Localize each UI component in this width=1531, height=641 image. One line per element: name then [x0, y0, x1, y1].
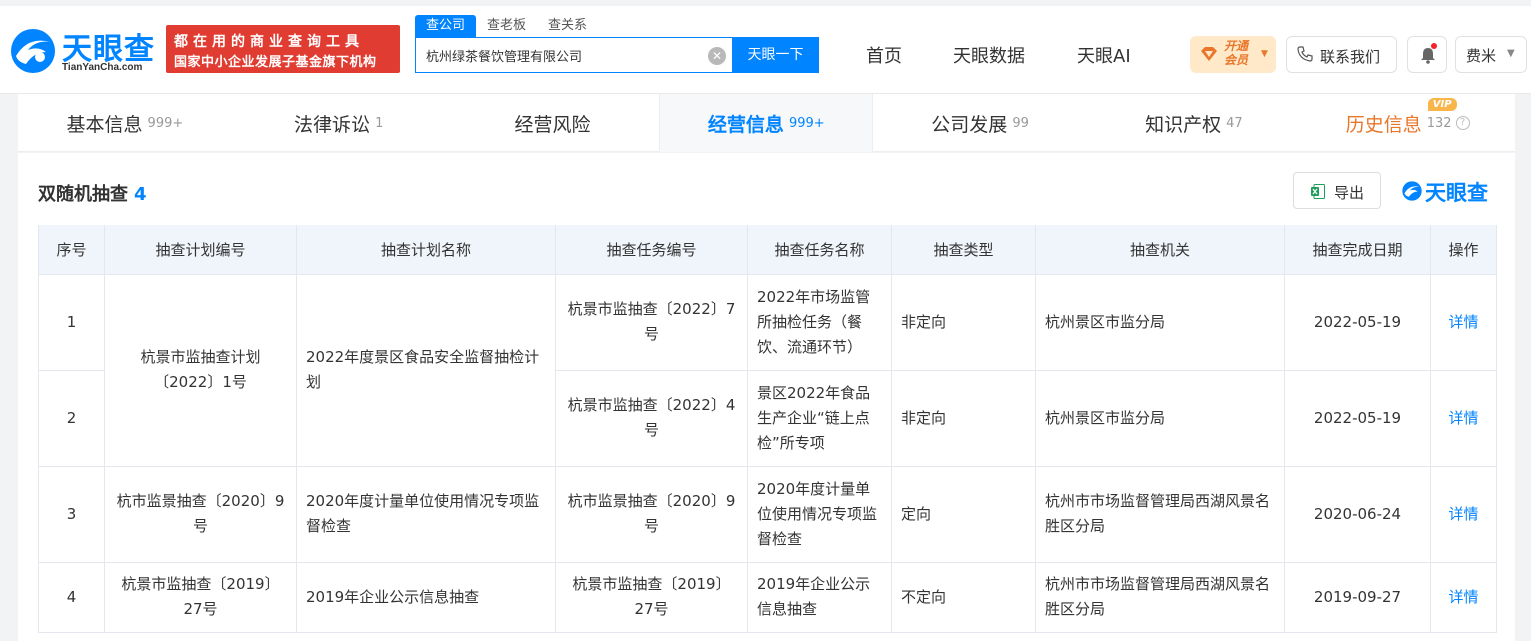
row-index: 3	[38, 465, 105, 563]
detail-link[interactable]: 详情	[1430, 369, 1497, 467]
section-title: 双随机抽查 4	[38, 184, 147, 205]
nav-ai[interactable]: 天眼AI	[1077, 42, 1131, 68]
vip-badge: VIP	[1427, 98, 1457, 111]
col-header: 抽查任务名称	[747, 225, 892, 275]
random-inspection-section: 双随机抽查 4 导出 天眼查 序号 抽查计划编号 抽查计划名称 抽查任务编号 抽查	[18, 153, 1515, 641]
search-tab-boss[interactable]: 查老板	[476, 15, 537, 37]
task-name: 景区2022年食品生产企业“链上点检”所专项	[747, 369, 892, 467]
tab-basic-info[interactable]: 基本信息 999+	[18, 94, 232, 152]
search-tab-company[interactable]: 查公司	[415, 15, 477, 37]
clear-icon[interactable]: ✕	[708, 47, 726, 65]
table-row: 4 杭景市监抽查〔2019〕27号 2019年企业公示信息抽查 杭景市监抽查〔2…	[38, 561, 1497, 633]
col-header: 抽查机关	[1035, 225, 1285, 275]
task-name: 2022年市场监管所抽检任务（餐饮、流通环节）	[747, 273, 892, 371]
completion-date: 2022-05-19	[1284, 369, 1431, 467]
contact-us-button[interactable]: 联系我们	[1286, 36, 1397, 73]
completion-date: 2022-05-19	[1284, 273, 1431, 371]
logo-domain: TianYanCha.com	[62, 62, 143, 73]
search-type-tabs: 查公司 查老板 查关系	[415, 15, 598, 37]
tab-risk[interactable]: 经营风险	[446, 94, 660, 152]
notification-dot	[1431, 43, 1437, 49]
task-code: 杭景市监抽查〔2022〕4号	[555, 369, 748, 467]
section-count: 4	[134, 184, 147, 205]
inspection-table: 序号 抽查计划编号 抽查计划名称 抽查任务编号 抽查任务名称 抽查类型 抽查机关…	[38, 225, 1497, 633]
help-icon[interactable]: ?	[1455, 116, 1470, 130]
phone-icon	[1297, 46, 1313, 62]
task-code: 杭景市监抽查〔2022〕7号	[555, 273, 748, 371]
inspection-org: 杭州市市场监督管理局西湖风景名胜区分局	[1035, 561, 1285, 633]
tianyancha-logo-icon	[11, 29, 55, 73]
col-header: 抽查计划名称	[296, 225, 556, 275]
task-name: 2020年度计量单位使用情况专项监督检查	[747, 465, 892, 563]
detail-link[interactable]: 详情	[1430, 273, 1497, 371]
detail-link[interactable]: 详情	[1430, 561, 1497, 633]
contact-us-label: 联系我们	[1320, 48, 1381, 66]
col-header: 操作	[1430, 225, 1497, 275]
slogan-line-1: 都在用的商业查询工具	[174, 34, 364, 50]
vip-label: 开通 会员	[1224, 39, 1249, 67]
plan-code: 杭景市监抽查计划〔2022〕1号	[104, 273, 297, 467]
col-header: 抽查类型	[891, 225, 1036, 275]
excel-icon	[1311, 184, 1325, 199]
inspection-org: 杭州市市场监督管理局西湖风景名胜区分局	[1035, 465, 1285, 563]
plan-code: 杭市监景抽查〔2020〕9号	[104, 465, 297, 563]
detail-link[interactable]: 详情	[1430, 465, 1497, 563]
inspection-type: 非定向	[891, 273, 1036, 371]
col-header: 抽查任务编号	[555, 225, 748, 275]
company-tabs: 基本信息 999+ 法律诉讼 1 经营风险 经营信息 999+ 公司发展 99 知识产权…	[18, 94, 1515, 152]
task-code: 杭市监景抽查〔2020〕9号	[555, 465, 748, 563]
table-row: 3 杭市监景抽查〔2020〕9号 2020年度计量单位使用情况专项监督检查 杭市…	[38, 465, 1497, 563]
watermark-logo: 天眼查	[1401, 177, 1501, 205]
slogan-line-2: 国家中小企业发展子基金旗下机构	[174, 55, 377, 70]
tab-history[interactable]: VIP 历史信息 132 ?	[1301, 94, 1515, 152]
nav-data[interactable]: 天眼数据	[953, 42, 1025, 68]
search-box: ✕	[415, 37, 732, 73]
tab-business-info[interactable]: 经营信息 999+	[659, 94, 874, 152]
inspection-type: 不定向	[891, 561, 1036, 633]
user-menu[interactable]: 费米 ▼	[1455, 36, 1527, 73]
plan-name: 2020年度计量单位使用情况专项监督检查	[296, 465, 556, 563]
tab-development[interactable]: 公司发展 99	[873, 94, 1087, 152]
col-header: 抽查计划编号	[104, 225, 297, 275]
plan-name: 2022年度景区食品安全监督抽检计划	[296, 273, 556, 467]
inspection-type: 定向	[891, 465, 1036, 563]
export-button[interactable]: 导出	[1293, 172, 1381, 209]
row-index: 4	[38, 561, 105, 633]
site-header: 天眼查 TianYanCha.com 都在用的商业查询工具 国家中小企业发展子基…	[0, 6, 1531, 94]
task-name: 2019年企业公示信息抽查	[747, 561, 892, 633]
search-tab-relation[interactable]: 查关系	[537, 15, 598, 37]
caret-down-icon: ▼	[1261, 49, 1268, 59]
table-row: 1 杭景市监抽查计划〔2022〕1号 2022年度景区食品安全监督抽检计划 杭景…	[38, 273, 1497, 467]
search-button[interactable]: 天眼一下	[732, 37, 819, 73]
search-input[interactable]	[416, 38, 686, 72]
col-header: 抽查完成日期	[1284, 225, 1431, 275]
notifications-button[interactable]	[1407, 36, 1447, 73]
inspection-org: 杭州景区市监分局	[1035, 273, 1285, 371]
row-index: 2	[38, 369, 105, 467]
diamond-icon	[1201, 47, 1217, 61]
table-header-row: 序号 抽查计划编号 抽查计划名称 抽查任务编号 抽查任务名称 抽查类型 抽查机关…	[38, 225, 1497, 275]
row-index: 1	[38, 273, 105, 371]
nav-home[interactable]: 首页	[866, 42, 902, 68]
search-area: 查公司 查老板 查关系 ✕ 天眼一下	[415, 15, 819, 79]
col-header: 序号	[38, 225, 105, 275]
chevron-down-icon: ▼	[1507, 48, 1515, 59]
logo[interactable]: 天眼查 TianYanCha.com	[8, 24, 158, 78]
vip-membership-button[interactable]: 开通 会员 ▼	[1190, 36, 1276, 73]
completion-date: 2019-09-27	[1284, 561, 1431, 633]
task-code: 杭景市监抽查〔2019〕27号	[555, 561, 748, 633]
inspection-type: 非定向	[891, 369, 1036, 467]
inspection-org: 杭州景区市监分局	[1035, 369, 1285, 467]
plan-code: 杭景市监抽查〔2019〕27号	[104, 561, 297, 633]
user-name: 费米	[1466, 47, 1497, 65]
plan-name: 2019年企业公示信息抽查	[296, 561, 556, 633]
completion-date: 2020-06-24	[1284, 465, 1431, 563]
tianyancha-logo-icon	[1402, 181, 1422, 201]
slogan-banner: 都在用的商业查询工具 国家中小企业发展子基金旗下机构	[166, 25, 400, 73]
tab-ip[interactable]: 知识产权 47	[1087, 94, 1301, 152]
export-label: 导出	[1334, 184, 1365, 202]
tab-legal[interactable]: 法律诉讼 1	[232, 94, 446, 152]
